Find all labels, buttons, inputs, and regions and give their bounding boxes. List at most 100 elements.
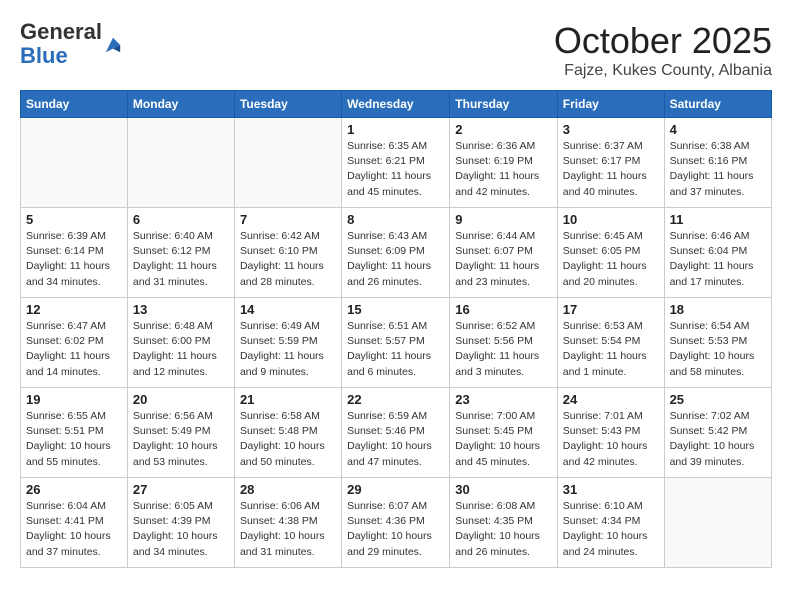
day-number: 20 (133, 392, 229, 407)
calendar-cell: 29 Sunrise: 6:07 AM Sunset: 4:36 PM Dayli… (342, 478, 450, 568)
day-number: 29 (347, 482, 444, 497)
day-number: 4 (670, 122, 766, 137)
day-info: Sunrise: 7:00 AM Sunset: 5:45 PM Dayligh… (455, 409, 552, 470)
weekday-header-wednesday: Wednesday (342, 91, 450, 118)
day-number: 22 (347, 392, 444, 407)
day-info: Sunrise: 6:39 AM Sunset: 6:14 PM Dayligh… (26, 229, 122, 290)
calendar-cell (234, 118, 341, 208)
day-info: Sunrise: 6:07 AM Sunset: 4:36 PM Dayligh… (347, 499, 444, 560)
day-info: Sunrise: 7:01 AM Sunset: 5:43 PM Dayligh… (563, 409, 659, 470)
logo-blue: Blue (20, 44, 102, 68)
day-number: 25 (670, 392, 766, 407)
title-block: October 2025 Fajze, Kukes County, Albani… (554, 20, 772, 80)
day-number: 26 (26, 482, 122, 497)
calendar-cell: 10Sunrise: 6:45 AM Sunset: 6:05 PM Dayli… (557, 208, 664, 298)
day-number: 15 (347, 302, 444, 317)
day-number: 2 (455, 122, 552, 137)
calendar-cell: 31 Sunrise: 6:10 AM Sunset: 4:34 PM Dayli… (557, 478, 664, 568)
week-row-1: 1 Sunrise: 6:35 AM Sunset: 6:21 PM Daylig… (21, 118, 772, 208)
day-info: Sunrise: 6:43 AM Sunset: 6:09 PM Dayligh… (347, 229, 444, 290)
day-info: Sunrise: 6:06 AM Sunset: 4:38 PM Dayligh… (240, 499, 336, 560)
calendar-cell: 8 Sunrise: 6:43 AM Sunset: 6:09 PM Daylig… (342, 208, 450, 298)
day-info: Sunrise: 6:59 AM Sunset: 5:46 PM Dayligh… (347, 409, 444, 470)
day-number: 23 (455, 392, 552, 407)
weekday-header-thursday: Thursday (450, 91, 558, 118)
calendar-cell: 30 Sunrise: 6:08 AM Sunset: 4:35 PM Dayli… (450, 478, 558, 568)
day-number: 30 (455, 482, 552, 497)
logo-icon (104, 36, 122, 54)
day-info: Sunrise: 6:40 AM Sunset: 6:12 PM Dayligh… (133, 229, 229, 290)
calendar-cell: 9Sunrise: 6:44 AM Sunset: 6:07 PM Daylig… (450, 208, 558, 298)
calendar-cell: 23 Sunrise: 7:00 AM Sunset: 5:45 PM Dayli… (450, 388, 558, 478)
calendar-cell: 12 Sunrise: 6:47 AM Sunset: 6:02 PM Dayli… (21, 298, 128, 388)
day-number: 18 (670, 302, 766, 317)
day-info: Sunrise: 6:47 AM Sunset: 6:02 PM Dayligh… (26, 319, 122, 380)
day-number: 19 (26, 392, 122, 407)
day-info: Sunrise: 6:05 AM Sunset: 4:39 PM Dayligh… (133, 499, 229, 560)
day-info: Sunrise: 6:36 AM Sunset: 6:19 PM Dayligh… (455, 139, 552, 200)
logo: General Blue (20, 20, 122, 68)
calendar-cell: 4 Sunrise: 6:38 AM Sunset: 6:16 PM Daylig… (664, 118, 771, 208)
day-number: 14 (240, 302, 336, 317)
day-number: 21 (240, 392, 336, 407)
calendar-cell: 19Sunrise: 6:55 AM Sunset: 5:51 PM Dayli… (21, 388, 128, 478)
day-info: Sunrise: 6:56 AM Sunset: 5:49 PM Dayligh… (133, 409, 229, 470)
calendar-cell (664, 478, 771, 568)
day-info: Sunrise: 6:04 AM Sunset: 4:41 PM Dayligh… (26, 499, 122, 560)
day-number: 8 (347, 212, 444, 227)
calendar-cell: 2 Sunrise: 6:36 AM Sunset: 6:19 PM Daylig… (450, 118, 558, 208)
day-number: 12 (26, 302, 122, 317)
day-number: 11 (670, 212, 766, 227)
day-info: Sunrise: 6:52 AM Sunset: 5:56 PM Dayligh… (455, 319, 552, 380)
day-info: Sunrise: 6:53 AM Sunset: 5:54 PM Dayligh… (563, 319, 659, 380)
day-info: Sunrise: 6:46 AM Sunset: 6:04 PM Dayligh… (670, 229, 766, 290)
day-info: Sunrise: 6:35 AM Sunset: 6:21 PM Dayligh… (347, 139, 444, 200)
calendar-cell: 25 Sunrise: 7:02 AM Sunset: 5:42 PM Dayli… (664, 388, 771, 478)
day-number: 10 (563, 212, 659, 227)
day-info: Sunrise: 6:51 AM Sunset: 5:57 PM Dayligh… (347, 319, 444, 380)
calendar-cell: 1 Sunrise: 6:35 AM Sunset: 6:21 PM Daylig… (342, 118, 450, 208)
calendar-table: SundayMondayTuesdayWednesdayThursdayFrid… (20, 90, 772, 568)
logo-general: General (20, 20, 102, 44)
day-number: 27 (133, 482, 229, 497)
day-info: Sunrise: 6:54 AM Sunset: 5:53 PM Dayligh… (670, 319, 766, 380)
day-number: 28 (240, 482, 336, 497)
page-header: General Blue October 2025 Fajze, Kukes C… (20, 20, 772, 80)
calendar-cell (127, 118, 234, 208)
day-number: 31 (563, 482, 659, 497)
calendar-cell: 7Sunrise: 6:42 AM Sunset: 6:10 PM Daylig… (234, 208, 341, 298)
calendar-cell: 20 Sunrise: 6:56 AM Sunset: 5:49 PM Dayli… (127, 388, 234, 478)
day-info: Sunrise: 6:48 AM Sunset: 6:00 PM Dayligh… (133, 319, 229, 380)
day-number: 1 (347, 122, 444, 137)
calendar-cell: 22 Sunrise: 6:59 AM Sunset: 5:46 PM Dayli… (342, 388, 450, 478)
day-number: 16 (455, 302, 552, 317)
weekday-header-monday: Monday (127, 91, 234, 118)
weekday-header-tuesday: Tuesday (234, 91, 341, 118)
calendar-cell: 18 Sunrise: 6:54 AM Sunset: 5:53 PM Dayli… (664, 298, 771, 388)
day-info: Sunrise: 7:02 AM Sunset: 5:42 PM Dayligh… (670, 409, 766, 470)
calendar-cell: 15 Sunrise: 6:51 AM Sunset: 5:57 PM Dayli… (342, 298, 450, 388)
calendar-cell: 24Sunrise: 7:01 AM Sunset: 5:43 PM Dayli… (557, 388, 664, 478)
day-info: Sunrise: 6:49 AM Sunset: 5:59 PM Dayligh… (240, 319, 336, 380)
day-number: 5 (26, 212, 122, 227)
weekday-header-row: SundayMondayTuesdayWednesdayThursdayFrid… (21, 91, 772, 118)
calendar-cell: 28 Sunrise: 6:06 AM Sunset: 4:38 PM Dayli… (234, 478, 341, 568)
calendar-cell: 5 Sunrise: 6:39 AM Sunset: 6:14 PM Daylig… (21, 208, 128, 298)
location-title: Fajze, Kukes County, Albania (554, 62, 772, 80)
day-info: Sunrise: 6:38 AM Sunset: 6:16 PM Dayligh… (670, 139, 766, 200)
month-title: October 2025 (554, 20, 772, 62)
calendar-cell: 21 Sunrise: 6:58 AM Sunset: 5:48 PM Dayli… (234, 388, 341, 478)
weekday-header-saturday: Saturday (664, 91, 771, 118)
day-info: Sunrise: 6:08 AM Sunset: 4:35 PM Dayligh… (455, 499, 552, 560)
calendar-cell: 16 Sunrise: 6:52 AM Sunset: 5:56 PM Dayli… (450, 298, 558, 388)
day-info: Sunrise: 6:10 AM Sunset: 4:34 PM Dayligh… (563, 499, 659, 560)
weekday-header-friday: Friday (557, 91, 664, 118)
day-info: Sunrise: 6:58 AM Sunset: 5:48 PM Dayligh… (240, 409, 336, 470)
calendar-cell: 27 Sunrise: 6:05 AM Sunset: 4:39 PM Dayli… (127, 478, 234, 568)
calendar-cell: 3Sunrise: 6:37 AM Sunset: 6:17 PM Daylig… (557, 118, 664, 208)
weekday-header-sunday: Sunday (21, 91, 128, 118)
day-number: 7 (240, 212, 336, 227)
week-row-4: 19Sunrise: 6:55 AM Sunset: 5:51 PM Dayli… (21, 388, 772, 478)
calendar-cell: 17Sunrise: 6:53 AM Sunset: 5:54 PM Dayli… (557, 298, 664, 388)
calendar-cell: 11 Sunrise: 6:46 AM Sunset: 6:04 PM Dayli… (664, 208, 771, 298)
